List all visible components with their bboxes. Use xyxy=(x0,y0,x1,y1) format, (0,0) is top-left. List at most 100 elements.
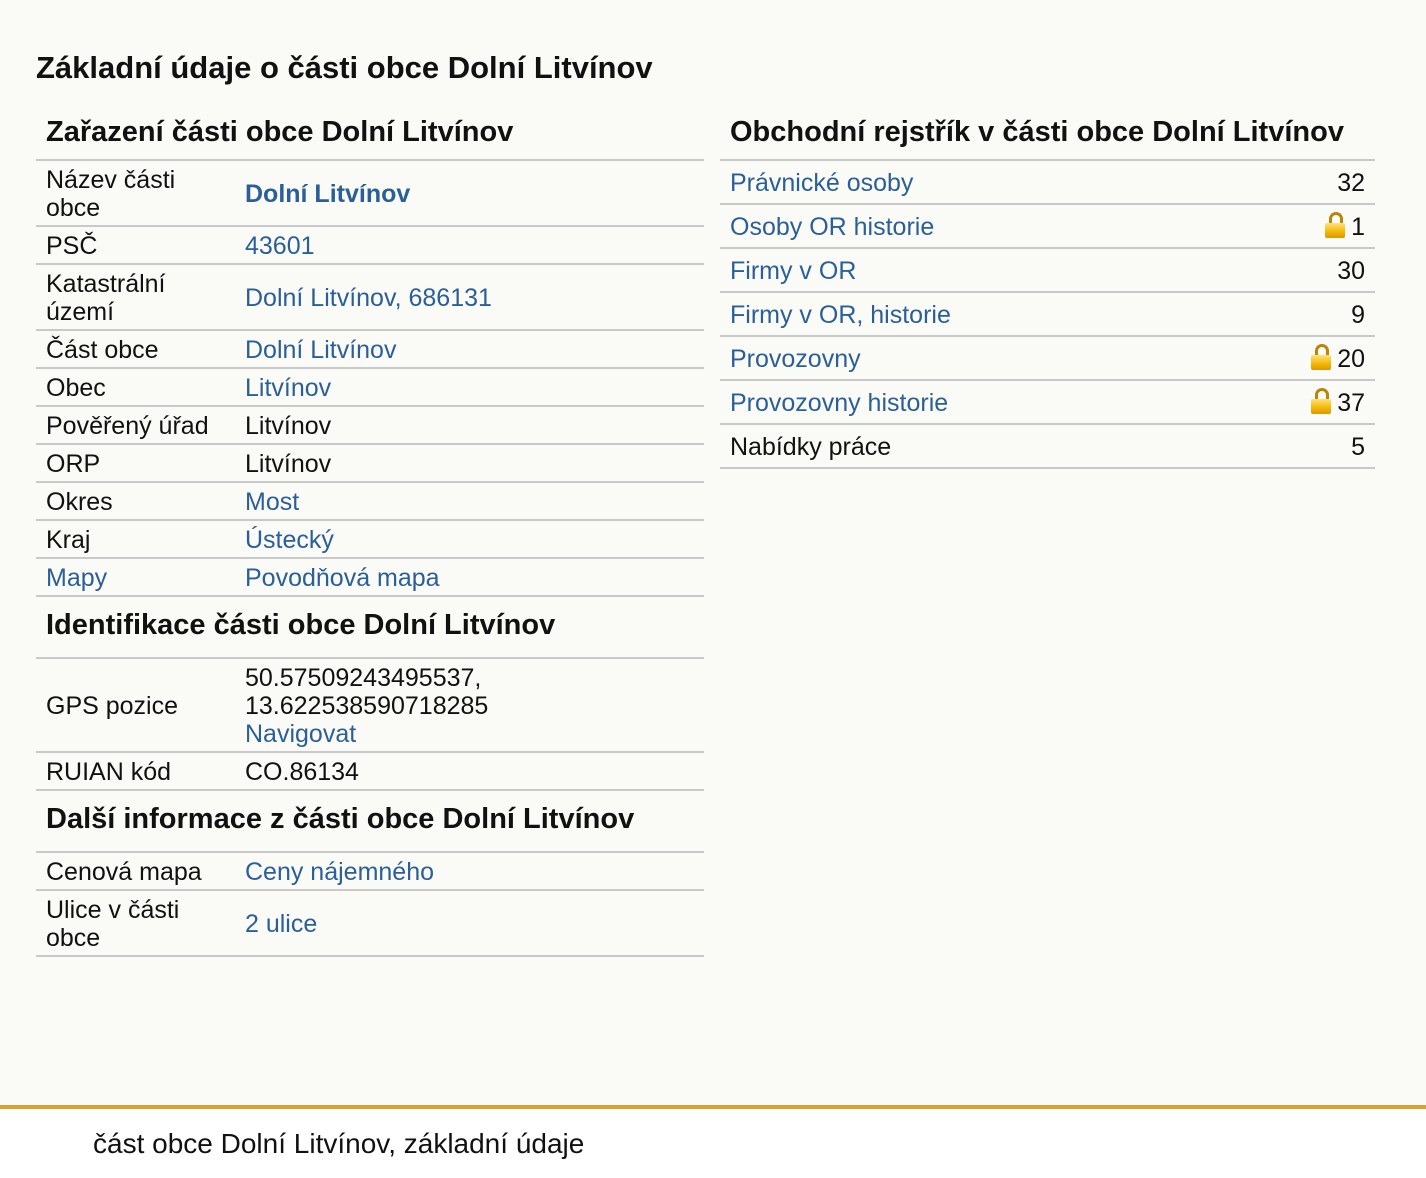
row-label-authority: Pověřený úřad xyxy=(36,406,235,445)
row-value-cadastral: Dolní Litvínov, 686131 xyxy=(235,264,704,331)
or-count-establishments: 20 xyxy=(1337,345,1365,373)
table-row: PSČ 43601 xyxy=(36,226,704,265)
row-value-name: Dolní Litvínov xyxy=(235,161,704,227)
row-value-gps: 50.57509243495537, 13.622538590718285 Na… xyxy=(235,659,704,753)
table-row: Provozovny 20 xyxy=(720,336,1375,381)
table-row: Firmy v OR, historie 9 xyxy=(720,292,1375,337)
table-row: Nabídky práce 5 xyxy=(720,424,1375,469)
or-label-cell: Firmy v OR xyxy=(720,248,1222,293)
row-value-streets: 2 ulice xyxy=(235,890,704,957)
row-label-region: Kraj xyxy=(36,520,235,559)
cadastral-link[interactable]: Dolní Litvínov, 686131 xyxy=(245,284,492,312)
row-value-price-map: Ceny nájemného xyxy=(235,853,704,891)
or-label-cell: Provozovny historie xyxy=(720,380,1222,425)
table-row: Firmy v OR 30 xyxy=(720,248,1375,293)
row-value-district: Most xyxy=(235,482,704,521)
region-link[interactable]: Ústecký xyxy=(245,526,334,554)
table-row: RUIAN kód CO.86134 xyxy=(36,752,704,791)
more-info-table: Cenová mapa Ceny nájemného Ulice v části… xyxy=(36,853,704,957)
navigate-link[interactable]: Navigovat xyxy=(245,720,356,748)
trade-register-title: Obchodní rejstřík v části obce Dolní Lit… xyxy=(720,110,1375,161)
lock-icon xyxy=(1311,388,1332,414)
identification-title: Identifikace části obce Dolní Litvínov xyxy=(46,609,556,641)
row-label-part: Část obce xyxy=(36,330,235,369)
table-row: Mapy Povodňová mapa xyxy=(36,558,704,597)
companies-link[interactable]: Firmy v OR xyxy=(730,257,856,285)
table-row: Cenová mapa Ceny nájemného xyxy=(36,853,704,891)
table-row: Okres Most xyxy=(36,482,704,521)
table-row: GPS pozice 50.57509243495537, 13.6225385… xyxy=(36,659,704,753)
establishments-history-link[interactable]: Provozovny historie xyxy=(730,389,948,417)
table-row: Kraj Ústecký xyxy=(36,520,704,559)
table-row: Část obce Dolní Litvínov xyxy=(36,330,704,369)
part-link[interactable]: Dolní Litvínov xyxy=(245,336,396,364)
classification-title: Zařazení části obce Dolní Litvínov xyxy=(36,110,704,161)
footer: část obce Dolní Litvínov, základní údaje xyxy=(0,1109,1426,1178)
lock-icon xyxy=(1325,212,1346,238)
row-value-region: Ústecký xyxy=(235,520,704,559)
row-label-gps: GPS pozice xyxy=(36,659,235,753)
row-label-maps: Mapy xyxy=(36,558,235,597)
table-row: Název části obce Dolní Litvínov xyxy=(36,161,704,227)
row-value-authority: Litvínov xyxy=(235,406,704,445)
or-count-legal-entities: 32 xyxy=(1221,161,1375,205)
or-count-establishments-history: 37 xyxy=(1337,389,1365,417)
page-title: Základní údaje o části obce Dolní Litvín… xyxy=(36,50,653,85)
rent-prices-link[interactable]: Ceny nájemného xyxy=(245,858,434,886)
identification-table: GPS pozice 50.57509243495537, 13.6225385… xyxy=(36,659,704,791)
table-row: Provozovny historie 37 xyxy=(720,380,1375,425)
or-count-companies: 30 xyxy=(1221,248,1375,293)
or-count-cell: 1 xyxy=(1221,204,1375,249)
district-link[interactable]: Most xyxy=(245,488,299,516)
gps-latitude: 50.57509243495537, xyxy=(245,664,482,692)
municipality-link[interactable]: Litvínov xyxy=(245,374,331,402)
table-row: Osoby OR historie 1 xyxy=(720,204,1375,249)
row-label-ruian: RUIAN kód xyxy=(36,752,235,791)
row-label-name: Název části obce xyxy=(36,161,235,227)
row-label-municipality: Obec xyxy=(36,368,235,407)
part-name-link[interactable]: Dolní Litvínov xyxy=(245,180,410,208)
or-count-cell: 37 xyxy=(1221,380,1375,425)
or-count-persons-history: 1 xyxy=(1351,213,1365,241)
streets-link[interactable]: 2 ulice xyxy=(245,910,317,938)
classification-table: Název části obce Dolní Litvínov PSČ 4360… xyxy=(36,161,704,597)
row-value-orp: Litvínov xyxy=(235,444,704,483)
more-info-title: Další informace z části obce Dolní Litví… xyxy=(46,803,635,835)
row-value-municipality: Litvínov xyxy=(235,368,704,407)
row-label-psc: PSČ xyxy=(36,226,235,265)
trade-register-table: Právnické osoby 32 Osoby OR historie 1 F… xyxy=(720,161,1375,469)
lock-icon xyxy=(1311,344,1332,370)
row-value-psc: 43601 xyxy=(235,226,704,265)
psc-link[interactable]: 43601 xyxy=(245,232,315,260)
or-label-cell: Právnické osoby xyxy=(720,161,1222,205)
row-label-price-map: Cenová mapa xyxy=(36,853,235,891)
table-row: ORP Litvínov xyxy=(36,444,704,483)
table-row: Právnické osoby 32 xyxy=(720,161,1375,205)
legal-entities-link[interactable]: Právnické osoby xyxy=(730,169,913,197)
right-column: Obchodní rejstřík v části obce Dolní Lit… xyxy=(720,110,1375,469)
row-value-part: Dolní Litvínov xyxy=(235,330,704,369)
table-row: Katastrální území Dolní Litvínov, 686131 xyxy=(36,264,704,331)
footer-text: část obce Dolní Litvínov, základní údaje xyxy=(93,1128,585,1159)
identification-header: Identifikace části obce Dolní Litvínov xyxy=(36,597,704,659)
table-row: Pověřený úřad Litvínov xyxy=(36,406,704,445)
maps-link[interactable]: Mapy xyxy=(46,564,107,592)
or-count-job-offers: 5 xyxy=(1221,424,1375,469)
or-label-cell: Provozovny xyxy=(720,336,1222,381)
or-count-companies-history: 9 xyxy=(1221,292,1375,337)
row-label-streets: Ulice v části obce xyxy=(36,890,235,957)
establishments-link[interactable]: Provozovny xyxy=(730,345,861,373)
or-count-cell: 20 xyxy=(1221,336,1375,381)
or-label-cell: Osoby OR historie xyxy=(720,204,1222,249)
row-label-district: Okres xyxy=(36,482,235,521)
gps-longitude: 13.622538590718285 xyxy=(245,692,489,720)
page-content: Základní údaje o části obce Dolní Litvín… xyxy=(0,0,1426,1105)
more-info-header: Další informace z části obce Dolní Litví… xyxy=(36,791,704,853)
flood-map-link[interactable]: Povodňová mapa xyxy=(245,564,440,592)
or-label-job-offers: Nabídky práce xyxy=(720,424,1222,469)
row-value-maps: Povodňová mapa xyxy=(235,558,704,597)
row-label-cadastral: Katastrální území xyxy=(36,264,235,331)
or-label-cell: Firmy v OR, historie xyxy=(720,292,1222,337)
persons-history-link[interactable]: Osoby OR historie xyxy=(730,213,934,241)
companies-history-link[interactable]: Firmy v OR, historie xyxy=(730,301,951,329)
